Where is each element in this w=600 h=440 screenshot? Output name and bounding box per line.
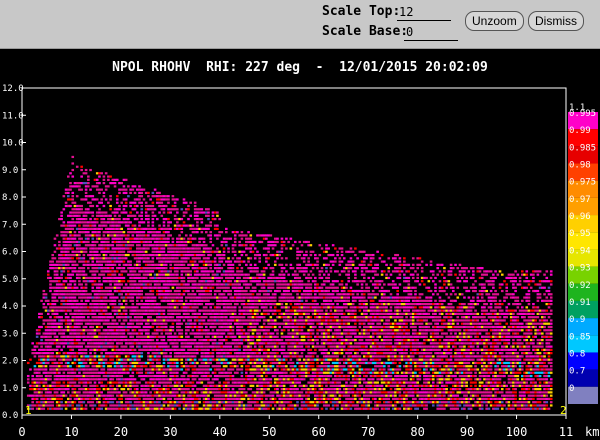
y-tick-label: 9.0 bbox=[2, 166, 18, 176]
colorbar-level-label: 0.95 bbox=[569, 229, 591, 239]
x-unit-label: km bbox=[585, 425, 599, 439]
y-tick-label: 11.0 bbox=[2, 111, 24, 121]
x-tick-label: 100 bbox=[506, 425, 528, 439]
y-tick-label: 2.0 bbox=[2, 357, 18, 367]
colorbar-level-label: 0.94 bbox=[569, 246, 591, 256]
y-tick-label: 8.0 bbox=[2, 193, 18, 203]
y-tick-label: 0.0 bbox=[2, 411, 18, 421]
colorbar-level-label: 0.99 bbox=[569, 126, 591, 136]
y-tick-label: 10.0 bbox=[2, 139, 24, 149]
x-tick-label: 80 bbox=[410, 425, 424, 439]
x-tick-label: 20 bbox=[114, 425, 128, 439]
x-tick-label: 30 bbox=[163, 425, 177, 439]
colorbar-level-label: 0.975 bbox=[569, 178, 596, 188]
colorbar-level-label: 0.96 bbox=[569, 212, 591, 222]
colorbar-level-label: 0.97 bbox=[569, 195, 591, 205]
radar-rhi-plot[interactable]: 0.01.02.03.04.05.06.07.08.09.010.011.012… bbox=[0, 0, 600, 440]
x-tick-label: 10 bbox=[64, 425, 78, 439]
colorbar: 1.10.9950.990.9850.980.9750.970.960.950.… bbox=[568, 103, 598, 404]
colorbar-level-label: 0.98 bbox=[569, 161, 591, 171]
x-tick-label: 11 bbox=[559, 425, 573, 439]
colorbar-level-label: 0.985 bbox=[569, 143, 596, 153]
x-tick-label: 40 bbox=[213, 425, 227, 439]
corner-label-1: 1 bbox=[25, 404, 32, 417]
colorbar-level-label: 0.9 bbox=[569, 315, 585, 325]
radar-echo-field bbox=[26, 155, 553, 410]
x-tick-label: 90 bbox=[460, 425, 474, 439]
y-tick-label: 5.0 bbox=[2, 275, 18, 285]
corner-label-2: 2 bbox=[560, 404, 567, 417]
colorbar-level-label: 0.995 bbox=[569, 109, 596, 119]
x-tick-label: 60 bbox=[312, 425, 326, 439]
y-tick-label: 4.0 bbox=[2, 302, 18, 312]
y-tick-label: 7.0 bbox=[2, 220, 18, 230]
colorbar-level-label: 0.8 bbox=[569, 349, 585, 359]
colorbar-level-label: 0.91 bbox=[569, 298, 591, 308]
x-tick-label: 70 bbox=[361, 425, 375, 439]
colorbar-level-label: 0 bbox=[569, 384, 574, 394]
colorbar-level-label: 0.92 bbox=[569, 281, 591, 291]
y-tick-label: 12.0 bbox=[2, 84, 24, 94]
y-tick-label: 1.0 bbox=[2, 384, 18, 394]
y-tick-label: 6.0 bbox=[2, 248, 18, 258]
colorbar-level-label: 0.85 bbox=[569, 332, 591, 342]
colorbar-level-label: 0.93 bbox=[569, 264, 591, 274]
x-tick-label: 0 bbox=[18, 425, 25, 439]
x-tick-label: 50 bbox=[262, 425, 276, 439]
y-tick-label: 3.0 bbox=[2, 329, 18, 339]
colorbar-level-label: 0.7 bbox=[569, 367, 585, 377]
